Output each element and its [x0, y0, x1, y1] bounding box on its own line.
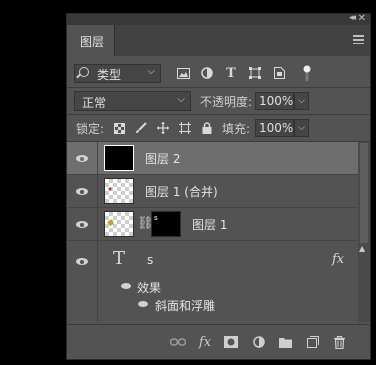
layer-name: 图层 2 [145, 152, 181, 166]
layer-thumbnail [104, 145, 134, 171]
chevron-down-icon: ⌵ [147, 66, 155, 77]
layers-panel: ◂◂ ✕ 图层 类型 ⌵ T 正常 ⌵ 不透明度: 100% ⌵ 锁定: 填充:… [66, 13, 371, 360]
adjustment-layer-icon[interactable] [251, 335, 267, 349]
opacity-slider-toggle[interactable]: ⌵ [294, 92, 309, 110]
lock-all-icon[interactable] [200, 120, 214, 136]
effects-label: 效果 [137, 281, 162, 295]
lock-image-icon[interactable] [134, 120, 148, 136]
fill-label: 填充: [222, 122, 251, 136]
layers-scrollbar[interactable]: ▲ [358, 142, 370, 322]
add-mask-icon[interactable] [223, 335, 239, 349]
chevron-down-icon: ⌵ [177, 94, 185, 105]
search-icon [79, 67, 89, 77]
tab-bar: 图层 [67, 25, 370, 56]
close-panel-icon[interactable]: ✕ [358, 14, 366, 24]
row-divider [97, 241, 98, 322]
link-layers-icon[interactable] [170, 335, 186, 349]
image-filter-icon[interactable] [176, 65, 190, 81]
row-divider [97, 208, 98, 240]
layers-panel-footer: fx [67, 324, 370, 359]
row-divider [97, 175, 98, 207]
visibility-eye-icon[interactable] [138, 301, 148, 307]
opacity-input[interactable]: 100% [255, 92, 294, 110]
blend-mode-select[interactable]: 正常 ⌵ [74, 91, 191, 111]
blend-mode-value: 正常 [82, 96, 107, 110]
delete-layer-icon[interactable] [331, 335, 347, 349]
panel-menu-icon[interactable] [353, 35, 364, 44]
type-layer-icon: T [113, 248, 126, 269]
shape-filter-icon[interactable] [248, 65, 262, 81]
visibility-eye-icon[interactable] [76, 188, 88, 195]
new-group-icon[interactable] [277, 335, 293, 349]
layer-thumbnail [104, 178, 134, 204]
fx-icon[interactable]: fx [197, 335, 213, 350]
layer-name: 图层 1 (合并) [145, 185, 218, 199]
layer-row[interactable]: 图层 1 (合并) [67, 175, 358, 208]
visibility-eye-icon[interactable] [121, 283, 131, 289]
visibility-eye-icon[interactable] [76, 258, 88, 265]
adjustment-filter-icon[interactable] [200, 65, 214, 81]
layer-row[interactable]: 图层 2 [67, 142, 358, 175]
effect-item-label: 斜面和浮雕 [155, 299, 216, 313]
layer-thumbnail [104, 211, 134, 237]
tab-layers-label: 图层 [80, 35, 105, 49]
layer-name: 图层 1 [192, 218, 228, 232]
opacity-label: 不透明度: [200, 95, 253, 109]
lock-label: 锁定: [76, 122, 105, 136]
row-divider [97, 142, 98, 174]
layers-list: 图层 2 图层 1 (合并) ⛓ s 图层 1 T s fx 效果 斜面和浮雕 [67, 142, 358, 322]
layer-row[interactable]: T s fx 效果 斜面和浮雕 [67, 241, 358, 322]
divider [67, 114, 370, 115]
panel-title-strip: ◂◂ ✕ [67, 14, 370, 25]
smart-object-filter-icon[interactable] [272, 65, 286, 81]
collapse-panel-icon[interactable]: ◂◂ [349, 14, 356, 23]
filter-kind-select[interactable]: 类型 ⌵ [74, 64, 161, 83]
fill-input[interactable]: 100% [255, 119, 294, 137]
new-layer-icon[interactable] [305, 335, 321, 349]
visibility-eye-icon[interactable] [76, 155, 88, 162]
scrollbar-thumb[interactable] [360, 143, 368, 243]
visibility-eye-icon[interactable] [76, 221, 88, 228]
type-filter-icon[interactable]: T [224, 65, 238, 81]
lock-transparent-icon[interactable] [112, 120, 126, 136]
fx-icon[interactable]: fx [332, 252, 344, 267]
divider [67, 87, 370, 88]
layer-mask-thumbnail[interactable]: s [151, 211, 181, 237]
fill-slider-toggle[interactable]: ⌵ [294, 119, 309, 137]
lock-position-icon[interactable] [156, 120, 170, 136]
lock-artboard-icon[interactable] [178, 120, 192, 136]
layer-row[interactable]: ⛓ s 图层 1 [67, 208, 358, 241]
scroll-up-icon[interactable]: ▲ [359, 244, 365, 253]
layer-name: s [147, 253, 154, 267]
filter-toggle-icon[interactable] [300, 65, 314, 81]
svg-text:s: s [154, 214, 158, 222]
filter-kind-label: 类型 [97, 68, 122, 82]
tab-layers[interactable]: 图层 [67, 25, 115, 56]
